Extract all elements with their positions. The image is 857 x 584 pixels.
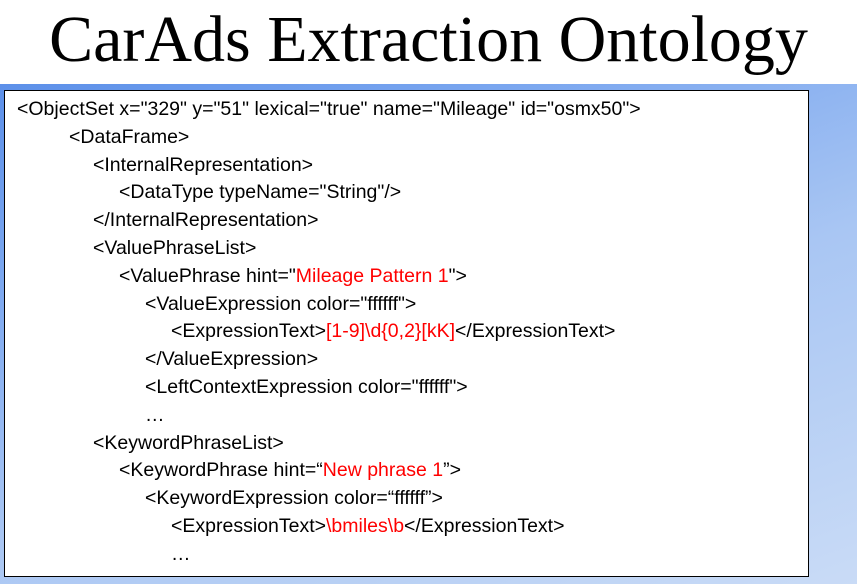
code-line-valuephraselist: <ValuePhraseList> <box>5 235 808 263</box>
highlighted-regex: [1-9]\d{0,2}[kK] <box>326 320 456 343</box>
code-line-expressiontext-keyword: <ExpressionText>\bmiles\b</ExpressionTex… <box>5 513 808 541</box>
code-text: … <box>171 542 191 565</box>
code-line-ellipsis: … <box>5 541 808 569</box>
code-line-valuephrase: <ValuePhrase hint="Mileage Pattern 1"> <box>5 263 808 291</box>
code-line-keywordphrase: <KeywordPhrase hint=“New phrase 1”> <box>5 457 808 485</box>
code-line-valueexpression: <ValueExpression color="ffffff"> <box>5 291 808 319</box>
code-text: <ExpressionText> <box>171 514 327 537</box>
code-text: <ObjectSet x="329" y="51" lexical="true"… <box>17 98 641 120</box>
code-line-valueexpression-close: </ValueExpression> <box>5 346 808 374</box>
slide-title: CarAds Extraction Ontology <box>49 3 808 76</box>
code-line-internalrep-close: </InternalRepresentation> <box>5 207 808 235</box>
code-lines: <ObjectSet x="329" y="51" lexical="true"… <box>5 96 808 569</box>
code-line-objectset: <ObjectSet x="329" y="51" lexical="true"… <box>5 96 808 124</box>
code-line-expressiontext-regex: <ExpressionText>[1-9]\d{0,2}[kK]</Expres… <box>5 318 808 346</box>
code-text: <ValueExpression color="ffffff"> <box>145 292 417 315</box>
title-band: CarAds Extraction Ontology <box>0 0 857 84</box>
code-line-ellipsis: … <box>5 402 808 430</box>
code-text: <KeywordPhraseList> <box>93 431 284 454</box>
code-text: <DataType typeName="String"/> <box>119 181 402 204</box>
code-text: <ExpressionText> <box>171 320 327 343</box>
code-text: <ValuePhrase hint=" <box>119 264 296 287</box>
highlighted-hint: New phrase 1 <box>322 459 444 482</box>
code-text: <KeywordPhrase hint=“ <box>119 459 323 482</box>
code-text: <KeywordExpression color=“ffffff”> <box>145 487 443 510</box>
xml-code-box: <ObjectSet x="329" y="51" lexical="true"… <box>4 90 809 577</box>
code-text: <InternalRepresentation> <box>93 153 314 176</box>
code-line-leftcontext: <LeftContextExpression color="ffffff"> <box>5 374 808 402</box>
code-text: ”> <box>443 459 461 482</box>
code-line-keywordphraselist: <KeywordPhraseList> <box>5 430 808 458</box>
code-text: … <box>145 403 165 426</box>
code-text: </ValueExpression> <box>145 348 319 371</box>
code-text: <LeftContextExpression color="ffffff"> <box>145 375 468 398</box>
code-text: <DataFrame> <box>69 125 190 148</box>
code-line-internalrep-open: <InternalRepresentation> <box>5 152 808 180</box>
code-text: </ExpressionText> <box>455 320 616 343</box>
code-text: "> <box>448 264 467 287</box>
code-text: <ValuePhraseList> <box>93 236 257 259</box>
code-line-keywordexpression: <KeywordExpression color=“ffffff”> <box>5 485 808 513</box>
highlighted-regex: \bmiles\b <box>326 514 405 537</box>
code-text: </ExpressionText> <box>404 514 565 537</box>
code-line-dataframe: <DataFrame> <box>5 124 808 152</box>
code-line-datatype: <DataType typeName="String"/> <box>5 179 808 207</box>
code-text: </InternalRepresentation> <box>93 209 319 232</box>
highlighted-hint: Mileage Pattern 1 <box>295 264 449 287</box>
